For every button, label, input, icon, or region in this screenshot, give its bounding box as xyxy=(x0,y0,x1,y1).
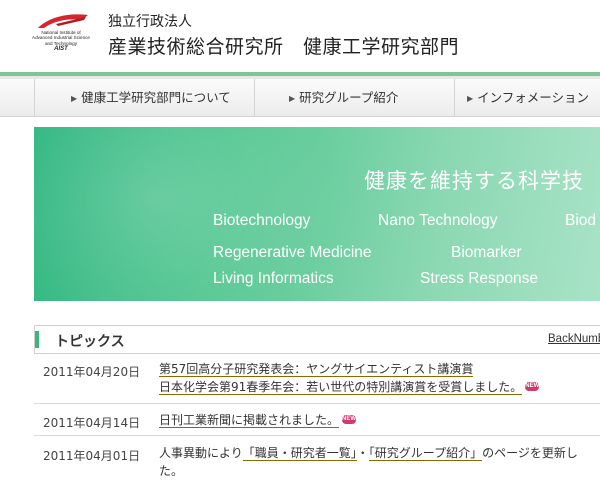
hero-title: 健康を維持する科学技 xyxy=(364,169,584,193)
news-body: 日刊工業新聞に掲載されました。 NEW xyxy=(159,411,357,429)
logo-text: National Institute of Advanced Industria… xyxy=(30,30,92,53)
news-link[interactable]: 第57回高分子研究発表会：ヤングサイエンティスト講演賞 xyxy=(159,362,474,377)
news-date: 2011年04月20日 xyxy=(43,365,141,379)
triangle-right-icon: ▶ xyxy=(71,94,78,103)
logo-line1: National Institute of xyxy=(41,30,81,35)
news-item: 2011年04月20日 第57回高分子研究発表会：ヤングサイエンティスト講演賞 … xyxy=(34,354,600,404)
triangle-right-icon: ▶ xyxy=(467,94,474,103)
site-header: National Institute of Advanced Industria… xyxy=(0,0,600,72)
logo-line2: Advanced Industrial Science xyxy=(32,35,90,41)
new-badge: NEW xyxy=(342,415,357,424)
logo-line3: and Technology xyxy=(44,40,78,46)
nav-item-label: インフォメーション xyxy=(477,90,590,105)
staff-list-link[interactable]: 「職員・研究者一覧」 xyxy=(242,446,357,461)
aist-logo[interactable]: National Institute of Advanced Industria… xyxy=(30,12,92,62)
news-text: ・ xyxy=(356,446,369,460)
news-link[interactable]: 日刊工業新聞に掲載されました。 xyxy=(159,413,340,428)
news-text: 人事異動により xyxy=(159,446,243,460)
nav-item-information[interactable]: ▶ インフォメーション xyxy=(454,79,600,117)
hero-tag: Living Informatics xyxy=(213,270,334,287)
triangle-right-icon: ▶ xyxy=(289,94,296,103)
new-badge: NEW xyxy=(525,382,540,391)
nav-item-label: 健康工学研究部門について xyxy=(81,90,231,105)
news-date: 2011年04月01日 xyxy=(43,449,141,463)
page-title: 産業技術総合研究所 健康工学研究部門 xyxy=(108,36,460,58)
news-body: 人事異動により「職員・研究者一覧」・「研究グループ紹介」のページを更新し た。 xyxy=(159,444,578,480)
org-type: 独立行政法人 xyxy=(108,14,192,30)
news-link[interactable]: 日本化学会第91春季年会：若い世代の特別講演賞を受賞しました。 xyxy=(159,380,523,395)
logo-abbr: AIST xyxy=(54,46,68,53)
hero-tag: Stress Response xyxy=(420,270,539,287)
news-item: 2011年04月01日 人事異動により「職員・研究者一覧」・「研究グループ紹介」… xyxy=(34,436,600,500)
aist-swoosh-icon xyxy=(38,14,88,28)
section-marker xyxy=(35,331,39,348)
nav-item-research-groups[interactable]: ▶ 研究グループ紹介 xyxy=(254,79,454,117)
hero-tag: Biotechnology xyxy=(213,212,311,229)
hero-tag: Biomarker xyxy=(451,244,522,261)
research-groups-link[interactable]: 「研究グループ紹介」 xyxy=(368,446,483,461)
news-text: た。 xyxy=(159,464,184,478)
news-text: のページを更新し xyxy=(482,446,578,460)
news-item: 2011年04月14日 日刊工業新聞に掲載されました。 NEW xyxy=(34,404,600,436)
topics-header: トピックス BackNumb xyxy=(34,325,600,354)
hero-tag: Regenerative Medicine xyxy=(213,244,372,261)
section-title: トピックス xyxy=(55,334,125,350)
hero-tag: Biod xyxy=(565,212,597,229)
nav-item-label: 研究グループ紹介 xyxy=(299,90,399,105)
news-date: 2011年04月14日 xyxy=(43,416,141,430)
hero-banner: 健康を維持する科学技 Biotechnology Nano Technology… xyxy=(34,127,600,301)
hero-tag: Nano Technology xyxy=(378,212,498,229)
news-body: 第57回高分子研究発表会：ヤングサイエンティスト講演賞 日本化学会第91春季年会… xyxy=(159,360,540,396)
back-number-link[interactable]: BackNumb xyxy=(548,333,600,345)
nav-item-about[interactable]: ▶ 健康工学研究部門について xyxy=(34,79,254,117)
main-nav: ▶ 健康工学研究部門について ▶ 研究グループ紹介 ▶ インフォメーション xyxy=(0,79,600,117)
